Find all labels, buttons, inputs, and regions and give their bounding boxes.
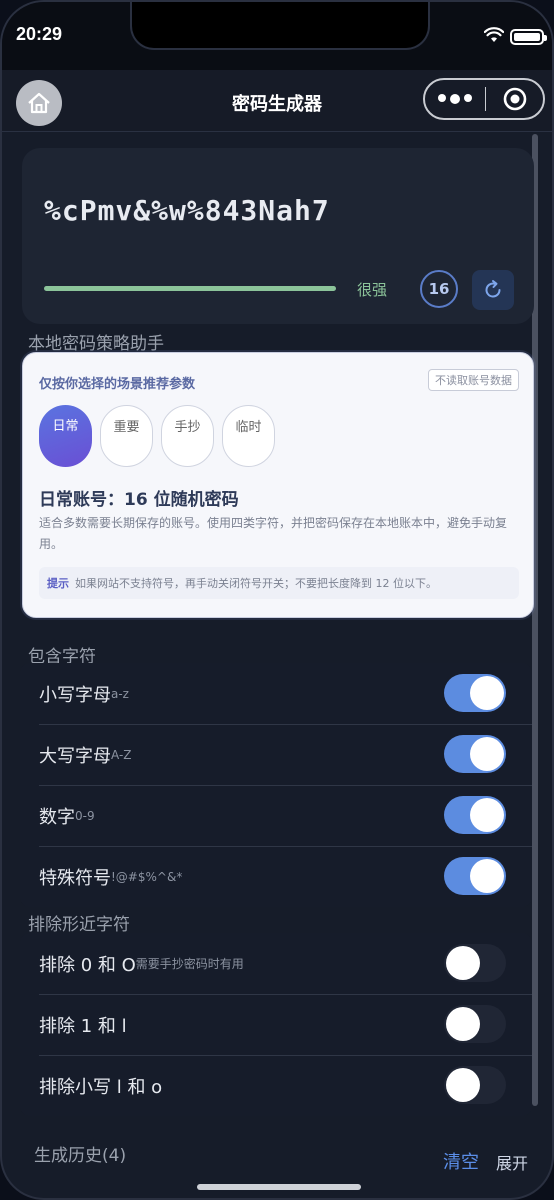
policy-description: 适合多数需要长期保存的账号。使用四类字符，并把密码保存在本地账本中，避免手动复用… xyxy=(39,516,508,551)
password-card: %cPmv&%w%843Nah7 很强 16 xyxy=(22,148,534,324)
policy-head: 仅按你选择的场景推荐参数 xyxy=(39,377,196,392)
include-group: 小写字母 a-z 大写字母 A-Z 数字 0-9 特殊符号 !@#$%^&* xyxy=(20,663,532,907)
symbols-toggle[interactable] xyxy=(444,857,506,895)
close-button[interactable] xyxy=(486,86,543,112)
scene-daily[interactable]: 日常 xyxy=(39,405,92,467)
policy-card: 仅按你选择的场景推荐参数 不读取账号数据 日常 重要 手抄 临时 日常账号：16… xyxy=(22,352,534,618)
include-digits-row: 数字 0-9 xyxy=(20,785,532,846)
scene-selector: 日常 重要 手抄 临时 xyxy=(39,405,275,467)
strength-label: 很强 xyxy=(357,281,388,299)
tip-label: 提示 xyxy=(47,577,69,590)
more-button[interactable] xyxy=(425,94,485,104)
row-label: 小写字母 xyxy=(39,684,111,706)
include-lowercase-row: 小写字母 a-z xyxy=(20,663,532,724)
row-label: 排除小写 l 和 o xyxy=(39,1076,163,1098)
status-time: 20:29 xyxy=(16,24,63,44)
exclude-1-l-toggle[interactable] xyxy=(444,1005,506,1043)
refresh-button[interactable] xyxy=(472,270,514,310)
phone-frame: 20:29 密码生成器 %cPmv&%w%843Nah7 很强 16 本地密码策… xyxy=(0,0,554,1200)
wifi-icon xyxy=(484,27,504,42)
exclude-l-o-toggle[interactable] xyxy=(444,1066,506,1104)
scene-important[interactable]: 重要 xyxy=(100,405,153,467)
history-title: 生成历史(4) xyxy=(34,1146,127,1166)
lowercase-toggle[interactable] xyxy=(444,674,506,712)
home-indicator xyxy=(197,1184,361,1190)
exclude-group: 排除 0 和 O 需要手抄密码时有用 排除 1 和 l 排除小写 l 和 o xyxy=(20,933,532,1116)
notch xyxy=(130,2,430,50)
digits-toggle[interactable] xyxy=(444,796,506,834)
include-symbols-row: 特殊符号 !@#$%^&* xyxy=(20,846,532,907)
row-hint: A-Z xyxy=(111,747,132,762)
length-badge[interactable]: 16 xyxy=(420,270,458,308)
exclude-0-O-toggle[interactable] xyxy=(444,944,506,982)
row-hint: a-z xyxy=(111,686,129,701)
exclude-0-O-row: 排除 0 和 O 需要手抄密码时有用 xyxy=(20,933,532,994)
exclude-1-l-row: 排除 1 和 l xyxy=(20,994,532,1055)
policy-title: 日常账号：16 位随机密码 xyxy=(39,490,239,510)
more-dots-icon xyxy=(438,94,446,102)
row-hint: !@#$%^&* xyxy=(111,869,183,884)
clear-history-button[interactable]: 清空 xyxy=(443,1148,479,1174)
tip-text: 如果网站不支持符号，再手动关闭符号开关；不要把长度降到 12 位以下。 xyxy=(75,577,437,590)
row-hint: 需要手抄密码时有用 xyxy=(135,957,244,971)
refresh-icon xyxy=(485,280,501,298)
policy-section-title: 本地密码策略助手 xyxy=(28,334,164,354)
target-icon xyxy=(503,87,526,111)
include-uppercase-row: 大写字母 A-Z xyxy=(20,724,532,785)
policy-tip: 提示 如果网站不支持符号，再手动关闭符号开关；不要把长度降到 12 位以下。 xyxy=(39,567,519,599)
password-value[interactable]: %cPmv&%w%843Nah7 xyxy=(44,194,330,227)
exclude-section-title: 排除形近字符 xyxy=(28,915,130,935)
row-label: 排除 0 和 O xyxy=(39,954,136,976)
row-label: 特殊符号 xyxy=(39,867,111,889)
exclude-l-o-row: 排除小写 l 和 o xyxy=(20,1055,532,1116)
row-label: 大写字母 xyxy=(39,745,111,767)
row-label: 数字 xyxy=(39,806,75,828)
mini-program-capsule xyxy=(423,78,545,120)
scene-temporary[interactable]: 临时 xyxy=(222,405,275,467)
uppercase-toggle[interactable] xyxy=(444,735,506,773)
nav-bar: 密码生成器 xyxy=(2,70,552,132)
row-hint: 0-9 xyxy=(75,808,95,823)
expand-history-button[interactable]: 展开 xyxy=(496,1150,528,1174)
policy-tag: 不读取账号数据 xyxy=(428,369,519,391)
strength-bar xyxy=(44,286,336,291)
status-bar: 20:29 xyxy=(2,2,552,70)
scene-handwritten[interactable]: 手抄 xyxy=(161,405,214,467)
battery-icon xyxy=(510,29,547,45)
row-label: 排除 1 和 l xyxy=(39,1015,127,1037)
